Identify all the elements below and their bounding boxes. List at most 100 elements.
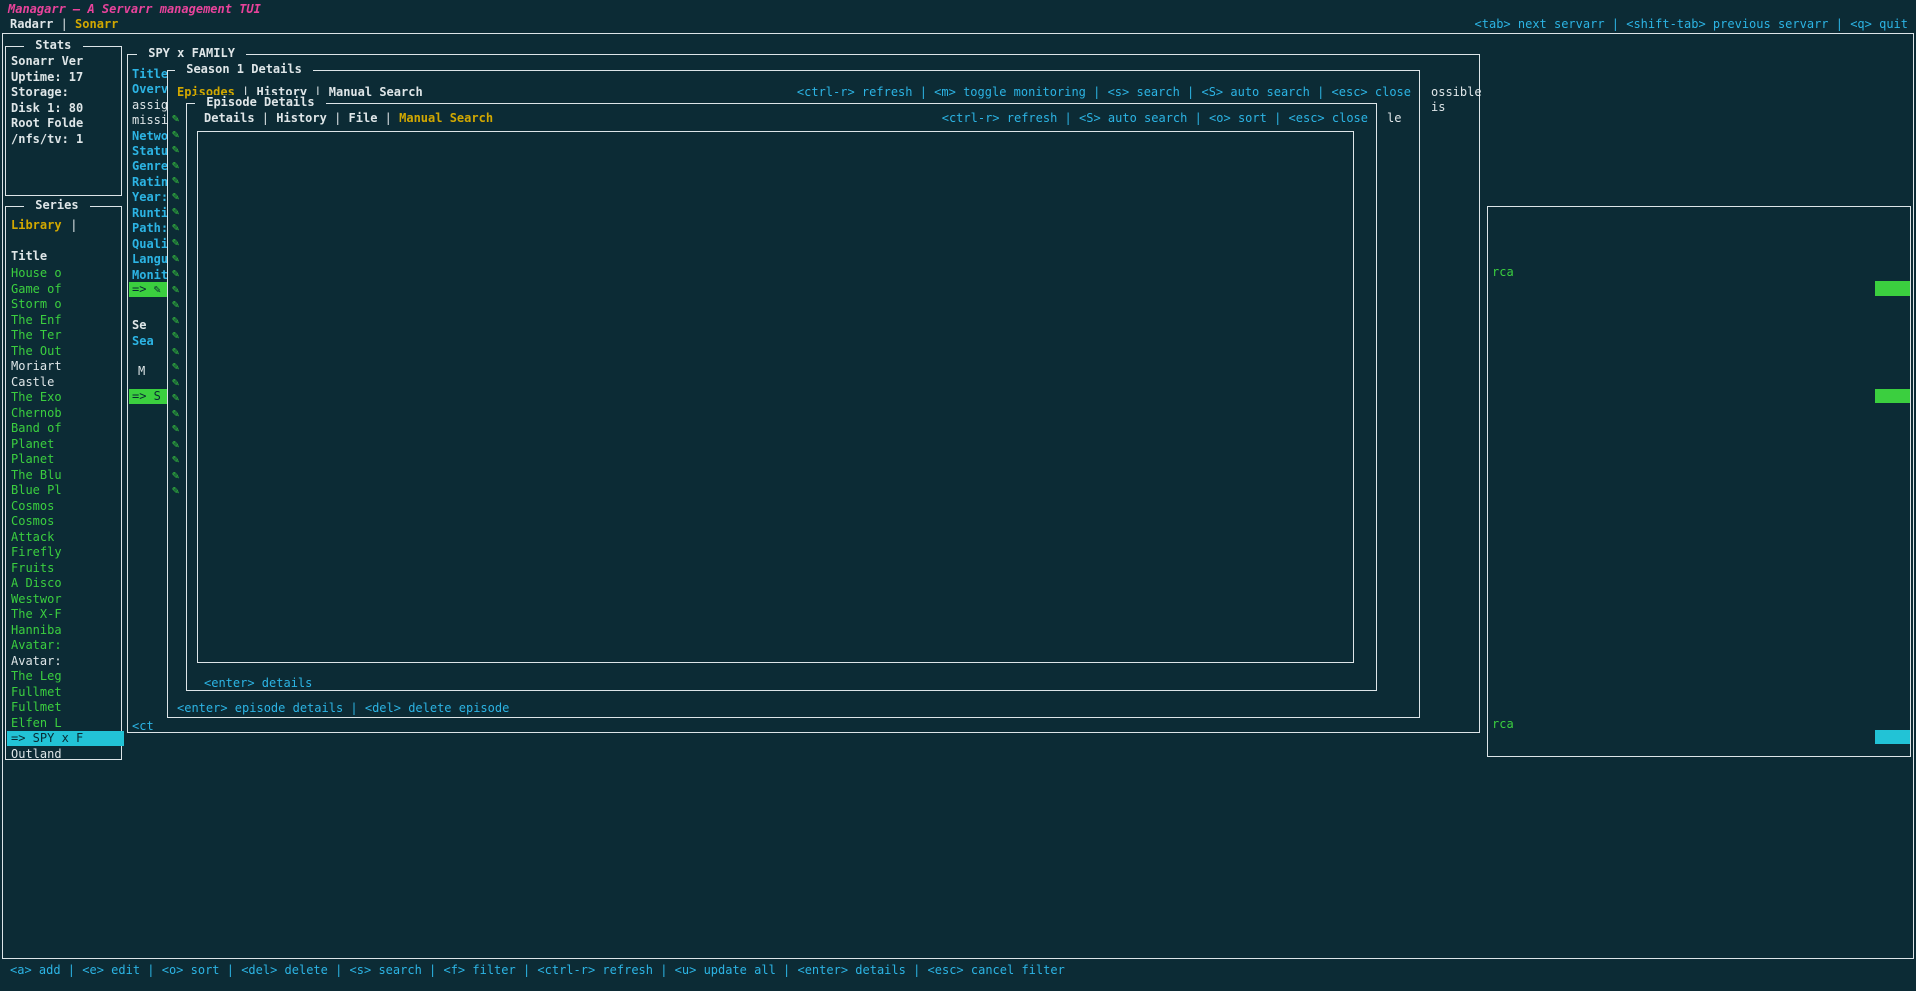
episode-monitored-icon: ✎ xyxy=(172,251,179,267)
stats-line: Root Folde xyxy=(11,116,83,132)
series-row[interactable]: Planet xyxy=(11,437,54,453)
servarr-tabs: Radarr | Sonarr xyxy=(10,17,118,33)
series-row[interactable]: The Exo xyxy=(11,390,62,406)
series-row[interactable]: Planet xyxy=(11,452,54,468)
episode-monitored-icon: ✎ xyxy=(172,328,179,344)
library-column-header: Title xyxy=(11,249,47,265)
series-row[interactable]: Game of xyxy=(11,282,62,298)
series-row[interactable]: House o xyxy=(11,266,62,282)
series-row[interactable]: Westwor xyxy=(11,592,62,608)
series-row[interactable]: Elfen L xyxy=(11,716,62,732)
series-row[interactable]: Attack xyxy=(11,530,54,546)
series-lower-fragment: Se xyxy=(132,318,146,334)
series-field-label: Statu xyxy=(132,144,168,160)
episode-monitored-icon: ✎ xyxy=(172,111,179,127)
episode-tab-manual-search[interactable]: Manual Search xyxy=(399,111,493,125)
series-field-label: Ratin xyxy=(132,175,168,191)
right-panel: rca rca xyxy=(1487,206,1911,757)
series-field-label: Genre xyxy=(132,159,168,175)
right-fragment-1: rca xyxy=(1492,265,1514,281)
overview-fragment-1: ossible xyxy=(1431,85,1482,101)
series-row[interactable]: The Leg xyxy=(11,669,62,685)
series-field-label: Path: xyxy=(132,221,168,237)
tab-radarr[interactable]: Radarr xyxy=(10,17,53,31)
stats-line: /nfs/tv: 1 xyxy=(11,132,83,148)
season-tab-manual-search[interactable]: Manual Search xyxy=(329,85,423,99)
episode-monitored-icon: ✎ xyxy=(172,142,179,158)
library-panel: Series Library | Title House oGame ofSto… xyxy=(5,206,122,760)
series-row[interactable]: Castle xyxy=(11,375,54,391)
episode-monitored-icon: ✎ xyxy=(172,406,179,422)
series-lower-fragment: Sea xyxy=(132,334,154,350)
right-highlight-block-1 xyxy=(1875,281,1910,296)
series-field-label: Quali xyxy=(132,237,168,253)
episode-tab-history[interactable]: History xyxy=(276,111,327,125)
stats-panel: Stats Sonarr VerUptime: 17Storage:Disk 1… xyxy=(5,46,122,196)
series-row[interactable]: A Disco xyxy=(11,576,62,592)
manual-search-table xyxy=(197,131,1354,663)
series-window-keybind-fragment: <ct xyxy=(132,719,154,735)
episode-popup-title: Episode Details xyxy=(195,95,326,111)
episode-monitored-icon: ✎ xyxy=(172,359,179,375)
series-row[interactable]: Fullmet xyxy=(11,685,62,701)
episode-popup-footer: <enter> details xyxy=(204,676,312,692)
episode-details-popup: Episode Details Details | History | File… xyxy=(186,103,1377,691)
series-row[interactable]: Storm o xyxy=(11,297,62,313)
stats-panel-title: Stats xyxy=(24,38,83,54)
episode-monitored-icon: ✎ xyxy=(172,282,179,298)
series-row[interactable]: Moriart xyxy=(11,359,62,375)
episode-tab-details[interactable]: Details xyxy=(204,111,255,125)
series-field-label: Langu xyxy=(132,252,168,268)
season-popup-title: Season 1 Details xyxy=(175,62,313,78)
tab-library[interactable]: Library xyxy=(11,218,62,234)
season-edge-fragment: le xyxy=(1387,111,1401,127)
top-keybinds: <tab> next servarr | <shift-tab> previou… xyxy=(1475,17,1908,33)
episode-tab-file[interactable]: File xyxy=(349,111,378,125)
series-field-label: Title xyxy=(132,67,168,83)
stats-line: Storage: xyxy=(11,85,69,101)
series-row[interactable]: Band of xyxy=(11,421,62,437)
episode-monitored-icon: ✎ xyxy=(172,173,179,189)
episode-monitored-icon: ✎ xyxy=(172,437,179,453)
library-panel-title: Series xyxy=(24,198,90,214)
episode-monitored-icon: ✎ xyxy=(172,375,179,391)
series-row[interactable]: The Blu xyxy=(11,468,62,484)
series-row[interactable]: Cosmos xyxy=(11,514,54,530)
episode-monitored-icon: ✎ xyxy=(172,220,179,236)
episode-monitored-icon: ✎ xyxy=(172,266,179,282)
library-tab-separator: | xyxy=(63,218,77,234)
series-row[interactable]: Avatar: xyxy=(11,654,62,670)
series-row[interactable]: Chernob xyxy=(11,406,62,422)
episode-monitored-icon: ✎ xyxy=(172,127,179,143)
series-row[interactable]: Cosmos xyxy=(11,499,54,515)
series-row[interactable]: Firefly xyxy=(11,545,62,561)
series-row[interactable]: Fullmet xyxy=(11,700,62,716)
selected-field-bar[interactable]: => ✎ xyxy=(129,282,170,297)
series-row-selected[interactable]: => SPY x F xyxy=(7,731,124,746)
series-row[interactable]: Blue Pl xyxy=(11,483,62,499)
series-row[interactable]: The Enf xyxy=(11,313,62,329)
series-row[interactable]: Outland xyxy=(11,747,62,763)
episode-monitored-icon: ✎ xyxy=(172,421,179,437)
series-row[interactable]: Hanniba xyxy=(11,623,62,639)
series-field-label: Year: xyxy=(132,190,168,206)
episode-monitored-icon: ✎ xyxy=(172,313,179,329)
series-row[interactable]: Fruits xyxy=(11,561,54,577)
series-row[interactable]: The Ter xyxy=(11,328,62,344)
selected-season-bar[interactable]: => S xyxy=(129,389,170,404)
series-row[interactable]: Avatar: xyxy=(11,638,62,654)
episode-monitored-icon: ✎ xyxy=(172,204,179,220)
episode-monitored-icon: ✎ xyxy=(172,344,179,360)
series-row[interactable]: The X-F xyxy=(11,607,62,623)
episode-popup-tabs: Details | History | File | Manual Search xyxy=(204,111,493,127)
season-popup-keybinds: <ctrl-r> refresh | <m> toggle monitoring… xyxy=(797,85,1411,101)
episode-monitored-icon: ✎ xyxy=(172,483,179,499)
series-field-label: Overv xyxy=(132,82,168,98)
bottom-keybinds: <a> add | <e> edit | <o> sort | <del> de… xyxy=(10,963,1065,979)
right-fragment-2: rca xyxy=(1492,717,1514,733)
series-field-label: assig xyxy=(132,98,168,114)
series-row[interactable]: The Out xyxy=(11,344,62,360)
managarr-screen: Managarr – A Servarr management TUI Rada… xyxy=(0,0,1916,991)
tab-sonarr[interactable]: Sonarr xyxy=(75,17,118,31)
episode-monitored-icon: ✎ xyxy=(172,158,179,174)
